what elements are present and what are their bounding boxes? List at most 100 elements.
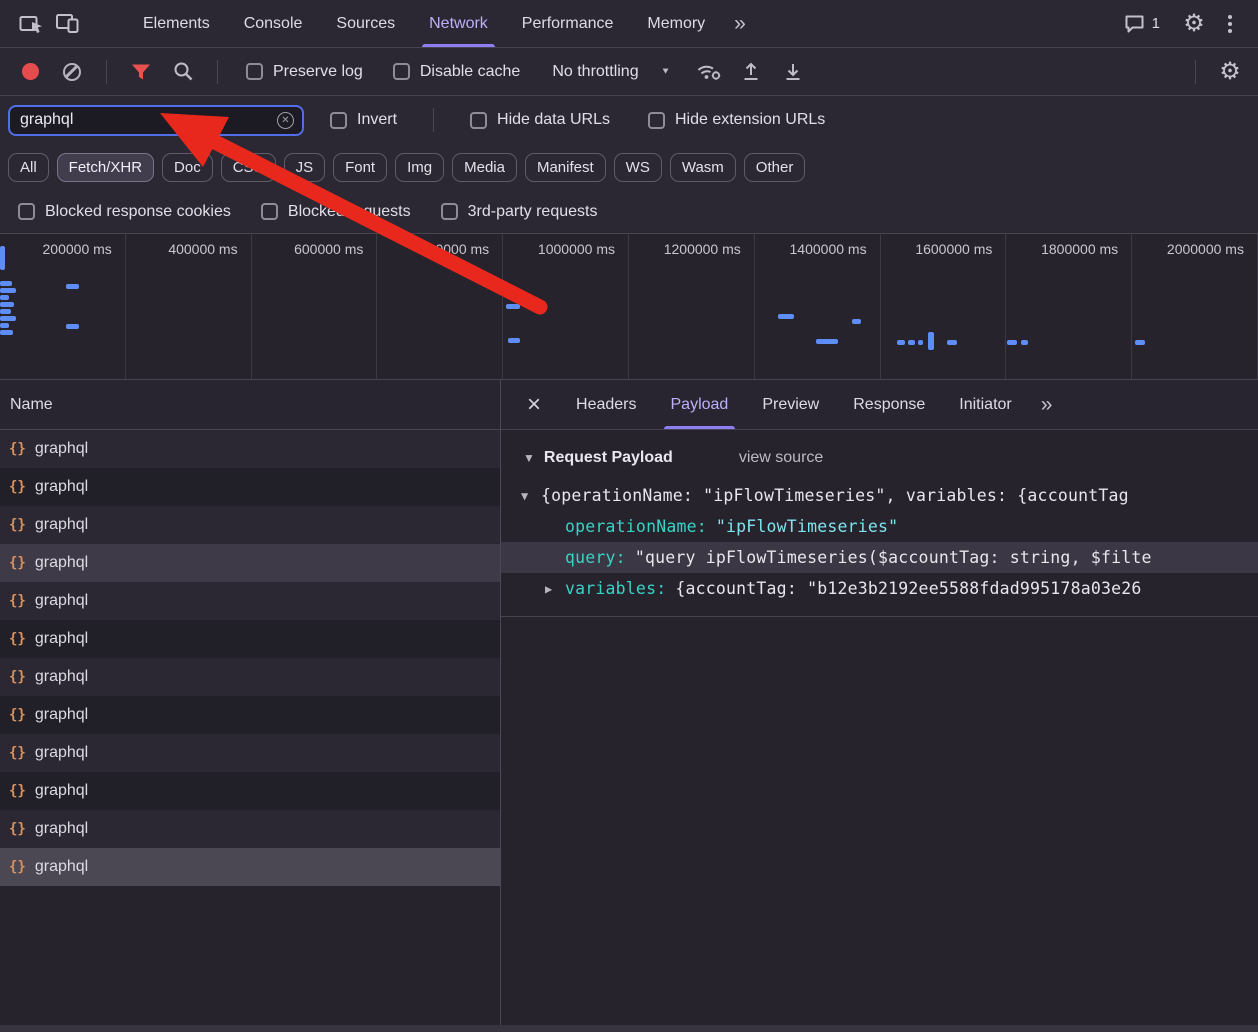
request-row[interactable]: {} graphql [0, 582, 500, 620]
collapse-arrow-icon[interactable]: ▼ [523, 451, 535, 465]
third-party-requests-checkbox[interactable]: 3rd-party requests [440, 203, 597, 221]
request-timing-bar[interactable] [1135, 340, 1145, 345]
request-timing-bar[interactable] [66, 284, 79, 289]
filter-chip-other[interactable]: Other [743, 152, 806, 182]
request-timing-bar[interactable] [852, 319, 861, 324]
tab-memory[interactable]: Memory [630, 0, 722, 47]
filter-chip-js[interactable]: JS [283, 152, 326, 182]
detail-tab-preview[interactable]: Preview [745, 380, 836, 429]
filter-chip-manifest[interactable]: Manifest [524, 152, 606, 182]
search-button[interactable] [165, 54, 201, 90]
request-row[interactable]: {} graphql [0, 734, 500, 772]
request-row[interactable]: {} graphql [0, 620, 500, 658]
clear-network-log-button[interactable] [54, 54, 90, 90]
filter-chip-fetch-xhr[interactable]: Fetch/XHR [56, 152, 155, 182]
request-timing-bar[interactable] [1007, 340, 1017, 345]
request-timing-bar[interactable] [0, 323, 9, 328]
close-panel-button[interactable]: × [517, 391, 551, 419]
expand-arrow-icon[interactable]: ▶ [545, 582, 552, 596]
device-toolbar-icon[interactable] [50, 6, 86, 42]
tab-sources[interactable]: Sources [319, 0, 412, 47]
settings-gear-icon[interactable]: ⚙ [1176, 6, 1212, 42]
filter-chip-wasm[interactable]: Wasm [669, 152, 736, 182]
detail-tab-payload[interactable]: Payload [654, 380, 746, 429]
request-timing-bar[interactable] [897, 340, 905, 345]
blocked-requests-checkbox[interactable]: Blocked requests [260, 203, 411, 221]
request-row[interactable]: {} graphql [0, 430, 500, 468]
tab-performance[interactable]: Performance [505, 0, 631, 47]
filter-chip-media[interactable]: Media [452, 152, 517, 182]
network-conditions-button[interactable] [691, 54, 727, 90]
payload-entry-variables[interactable]: ▶ variables: {accountTag: "b12e3b2192ee5… [501, 573, 1258, 604]
tab-elements[interactable]: Elements [126, 0, 227, 47]
request-row[interactable]: {} graphql [0, 772, 500, 810]
export-har-button[interactable] [775, 54, 811, 90]
filter-chip-img[interactable]: Img [395, 152, 445, 182]
filter-chip-doc[interactable]: Doc [162, 152, 213, 182]
network-settings-gear-icon[interactable]: ⚙ [1212, 54, 1248, 90]
timeline-bars [0, 234, 1258, 379]
main-tabbar-tabs: Elements Console Sources Network Performance… [126, 0, 722, 47]
request-timing-bar[interactable] [918, 340, 923, 345]
request-detail-pane: × Headers Payload Preview Response Initiator… [501, 380, 1258, 1028]
filter-toggle-button[interactable] [123, 54, 159, 90]
request-timing-bar[interactable] [0, 288, 16, 293]
detail-tab-headers[interactable]: Headers [559, 380, 653, 429]
payload-summary-row[interactable]: ▼ {operationName: "ipFlowTimeseries", va… [501, 480, 1258, 511]
disable-cache-checkbox[interactable]: Disable cache [392, 63, 520, 81]
request-timing-bar[interactable] [0, 309, 11, 314]
request-row[interactable]: {} graphql [0, 468, 500, 506]
detail-tab-response[interactable]: Response [836, 380, 942, 429]
view-source-link[interactable]: view source [739, 449, 823, 467]
clear-filter-icon[interactable]: ✕ [277, 111, 294, 129]
more-detail-tabs-icon[interactable]: » [1029, 393, 1065, 417]
tab-network[interactable]: Network [412, 0, 505, 47]
request-row[interactable]: {} graphql [0, 810, 500, 848]
kebab-menu-icon[interactable] [1212, 6, 1248, 42]
filter-chip-all[interactable]: All [8, 152, 49, 182]
request-timing-bar[interactable] [0, 302, 14, 307]
network-overview-timeline[interactable]: 200000 ms 400000 ms 600000 ms 800000 ms 1000… [0, 233, 1258, 380]
request-timing-bar[interactable] [506, 304, 520, 309]
request-row[interactable]: {} graphql [0, 696, 500, 734]
request-timing-bar[interactable] [1021, 340, 1028, 345]
request-row[interactable]: {} graphql [0, 506, 500, 544]
tab-console[interactable]: Console [227, 0, 320, 47]
name-column-header[interactable]: Name [0, 380, 500, 430]
invert-checkbox[interactable]: Invert [330, 111, 397, 129]
blocked-response-cookies-checkbox[interactable]: Blocked response cookies [18, 203, 231, 221]
request-row[interactable]: {} graphql [0, 658, 500, 696]
request-timing-bar[interactable] [816, 339, 838, 344]
request-row[interactable]: {} graphql [0, 848, 500, 886]
request-timing-bar[interactable] [928, 332, 934, 350]
throttling-select[interactable]: No throttling ▼ [552, 63, 670, 81]
request-timing-bar[interactable] [66, 324, 79, 329]
request-timing-bar[interactable] [0, 330, 13, 335]
request-timing-bar[interactable] [778, 314, 794, 319]
payload-entry-query[interactable]: query: "query ipFlowTimeseries($accountT… [501, 542, 1258, 573]
filter-chip-font[interactable]: Font [333, 152, 388, 182]
filter-input[interactable] [10, 111, 277, 129]
record-network-log-button[interactable] [12, 54, 48, 90]
payload-entry-operation-name[interactable]: operationName: "ipFlowTimeseries" [501, 511, 1258, 542]
detail-tab-initiator[interactable]: Initiator [942, 380, 1028, 429]
issues-counter[interactable]: 1 [1124, 14, 1160, 33]
inspect-element-icon[interactable] [14, 6, 50, 42]
request-timing-bar[interactable] [508, 338, 520, 343]
request-row[interactable]: {} graphql [0, 544, 500, 582]
request-timing-bar[interactable] [0, 281, 12, 286]
request-timing-bar[interactable] [0, 246, 5, 270]
filter-chip-css[interactable]: CSS [220, 152, 276, 182]
hide-data-urls-checkbox[interactable]: Hide data URLs [470, 111, 610, 129]
collapse-arrow-icon[interactable]: ▼ [521, 489, 528, 503]
filter-chip-ws[interactable]: WS [613, 152, 662, 182]
request-timing-bar[interactable] [0, 316, 16, 321]
request-timing-bar[interactable] [0, 295, 9, 300]
request-timing-bar[interactable] [947, 340, 957, 345]
import-har-button[interactable] [733, 54, 769, 90]
request-timing-bar[interactable] [908, 340, 915, 345]
hide-extension-urls-checkbox[interactable]: Hide extension URLs [647, 111, 825, 129]
horizontal-scrollbar[interactable] [0, 1025, 1258, 1032]
preserve-log-checkbox[interactable]: Preserve log [246, 63, 363, 81]
more-tabs-icon[interactable]: » [722, 12, 758, 36]
